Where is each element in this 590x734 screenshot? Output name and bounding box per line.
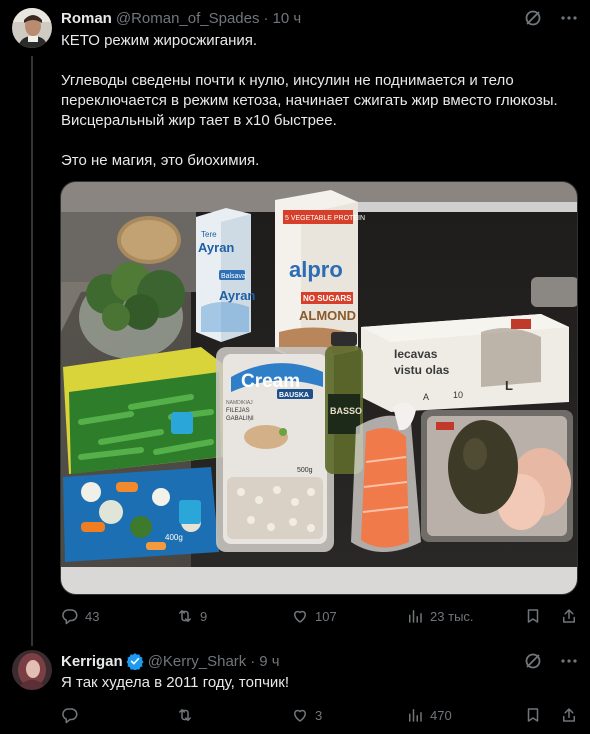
tweet-reply[interactable]: Kerrigan @Kerry_Shark · 9 ч Я так худела…	[0, 642, 590, 734]
alpro-top-label: 5 VEGETABLE PROTEIN	[285, 215, 365, 222]
bookmark-button[interactable]	[524, 706, 542, 724]
share-icon	[563, 708, 576, 722]
author-name[interactable]: Kerrigan	[61, 653, 123, 670]
tweet-line	[61, 131, 578, 151]
bauska-label: BAUSKA	[279, 392, 309, 399]
separator-dot: ·	[250, 652, 256, 670]
thread-line	[31, 56, 33, 646]
bookmark-button[interactable]	[524, 607, 542, 625]
tweet-photo[interactable]: Tere Ayran Balsava Ayran 5 VEGETABLE PRO…	[60, 181, 578, 595]
reply-icon	[62, 708, 78, 724]
retweet-button[interactable]	[176, 706, 291, 724]
grok-icon[interactable]	[524, 652, 542, 670]
retweet-button[interactable]: 9	[176, 607, 291, 625]
frozen-weight: 400g	[165, 533, 183, 542]
like-icon	[294, 709, 307, 722]
tweet-text: Я так худела в 2011 году, топчик!	[61, 673, 578, 693]
timestamp[interactable]: 9 ч	[259, 653, 279, 670]
avatar-roman[interactable]	[12, 8, 52, 48]
eggs-count: 10	[453, 390, 463, 400]
like-icon	[294, 610, 307, 623]
avatar-kerrigan[interactable]	[12, 650, 52, 690]
share-icon	[563, 609, 576, 623]
more-icon[interactable]	[560, 652, 578, 670]
alpro-logo: alpro	[289, 257, 343, 282]
tweet-text: КЕТО режим жиросжигания. Углеводы сведен…	[61, 31, 578, 171]
like-button[interactable]: 107	[291, 607, 406, 625]
reply-icon	[62, 609, 78, 625]
eggs-label-2: vistu olas	[394, 363, 450, 377]
almond-label: ALMOND	[299, 308, 356, 323]
cream-sub-2: FILEJAS	[226, 408, 250, 414]
reply-count: 43	[85, 608, 100, 624]
reply-button[interactable]: 43	[61, 607, 176, 625]
views-icon	[409, 610, 422, 623]
ayran-sub: Balsava	[221, 273, 246, 280]
cream-weight: 500g	[297, 467, 313, 474]
like-count: 3	[315, 707, 323, 723]
like-count: 107	[315, 608, 337, 624]
tweet-line: Я так худела в 2011 году, топчик!	[61, 674, 290, 691]
reply-button[interactable]	[61, 706, 176, 724]
basso-label: BASSO	[330, 406, 362, 416]
bookmark-icon	[527, 609, 539, 623]
bookmark-icon	[527, 708, 539, 722]
eggs-grade: A	[423, 392, 429, 402]
ayran-label-1: Ayran	[198, 240, 234, 255]
more-icon[interactable]	[560, 9, 578, 27]
eggs-size: L	[505, 378, 513, 393]
tweet-actions: 3 470	[61, 705, 578, 725]
share-button[interactable]	[560, 607, 578, 625]
retweet-icon	[179, 709, 192, 721]
cream-label: Cream	[241, 371, 300, 392]
views-button[interactable]: 470	[406, 706, 524, 724]
views-icon	[409, 709, 422, 722]
cream-sub-1: NAMDIKIAJ	[226, 400, 253, 406]
author-handle[interactable]: @Roman_of_Spades	[116, 10, 260, 27]
tweet-line: КЕТО режим жиросжигания.	[61, 32, 258, 49]
author-name[interactable]: Roman	[61, 10, 112, 27]
verified-icon	[126, 653, 144, 670]
tweet-line	[61, 51, 578, 71]
tweet-header: Kerrigan @Kerry_Shark · 9 ч	[61, 651, 578, 671]
separator-dot: ·	[263, 9, 269, 27]
tweet-line: Это не магия, это биохимия.	[61, 152, 260, 169]
views-count: 23 тыс.	[430, 608, 474, 624]
tweet-actions: 43 9 107 23 тыс.	[61, 606, 578, 626]
no-sugars-label: NO SUGARS	[303, 294, 352, 303]
views-button[interactable]: 23 тыс.	[406, 607, 524, 625]
author-handle[interactable]: @Kerry_Shark	[148, 653, 247, 670]
tweet-line: Углеводы сведены почти к нулю, инсулин н…	[61, 72, 514, 89]
retweet-icon	[179, 610, 192, 622]
grok-icon[interactable]	[524, 9, 542, 27]
ayran-label-2: Ayran	[219, 288, 255, 303]
tweet-header: Roman @Roman_of_Spades · 10 ч	[61, 8, 578, 28]
tweet-line: переключается в режим кетоза, начинает с…	[61, 92, 558, 109]
timestamp[interactable]: 10 ч	[273, 10, 302, 27]
eggs-label-1: Iecavas	[394, 347, 438, 361]
tweet-line: Висцеральный жир тает в х10 быстрее.	[61, 112, 337, 129]
like-button[interactable]: 3	[291, 706, 406, 724]
cream-sub-3: GABALIŅI	[226, 416, 254, 422]
views-count: 470	[430, 707, 452, 723]
retweet-count: 9	[200, 608, 208, 624]
ayran-brand: Tere	[201, 230, 217, 239]
share-button[interactable]	[560, 706, 578, 724]
tweet-main[interactable]: Roman @Roman_of_Spades · 10 ч КЕТО режим…	[0, 0, 590, 646]
